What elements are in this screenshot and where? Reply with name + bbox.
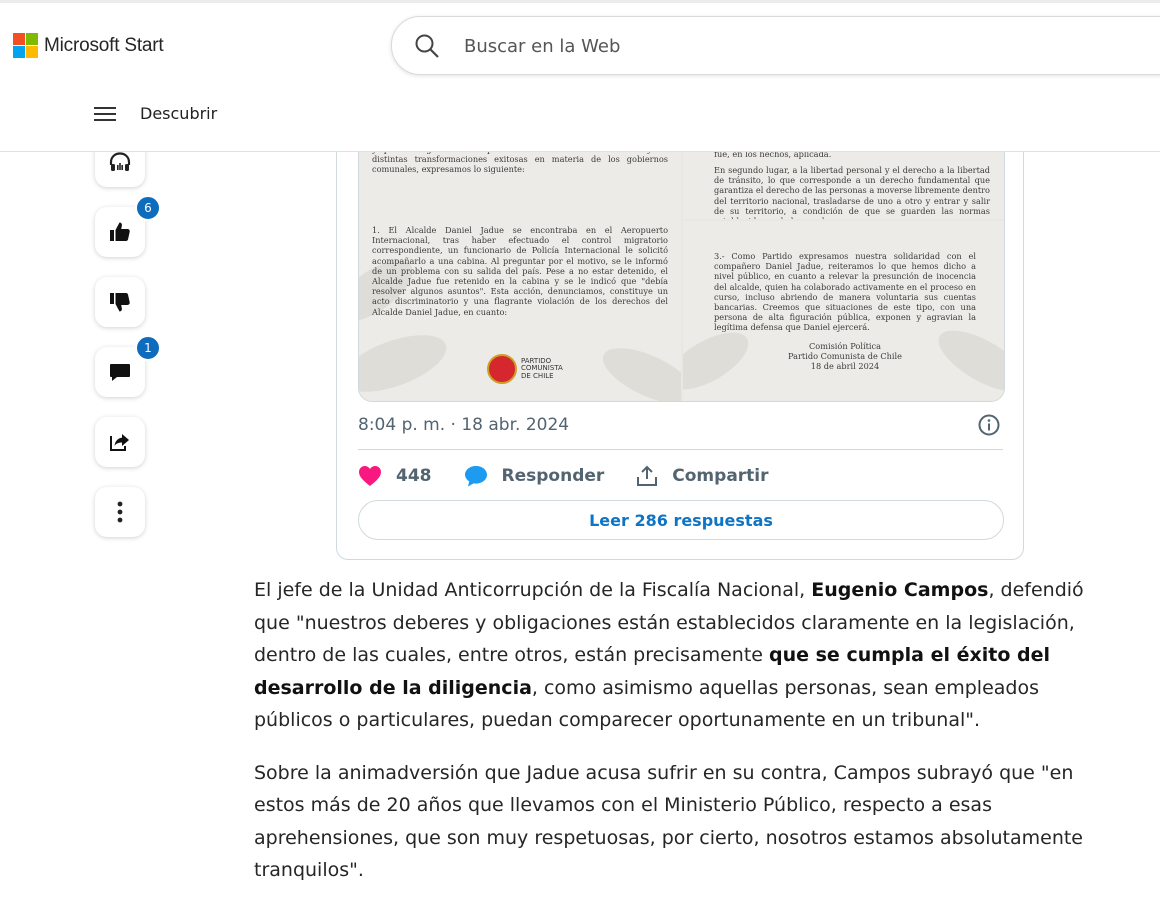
nav-bar: Descubrir	[94, 104, 217, 123]
headphones-icon	[109, 152, 131, 171]
top-header: Microsoft Start Descubrir	[0, 3, 1160, 152]
document-page-right-bottom: 3.- Como Partido expresamos nuestra soli…	[683, 221, 1004, 401]
more-options-button[interactable]	[95, 487, 145, 537]
tweet-actions: 448 Responder Compartir	[358, 461, 801, 491]
signature-line: Partido Comunista de Chile	[787, 351, 903, 362]
reply-label: Responder	[501, 466, 605, 486]
party-logo: PARTIDO COMUNISTA DE CHILE	[487, 354, 563, 384]
search-icon[interactable]	[414, 33, 440, 59]
article-text: El jefe de la Unidad Anticorrupción de l…	[254, 579, 812, 601]
upload-share-icon	[637, 465, 658, 486]
signature-line: Comisión Política	[809, 341, 881, 351]
document-signature: Comisión Política Partido Comunista de C…	[714, 341, 976, 372]
signature-line: 18 de abril 2024	[810, 361, 880, 372]
heart-icon	[359, 466, 381, 486]
like-article-button[interactable]: 6	[95, 195, 161, 257]
read-replies-button[interactable]: Leer 286 respuestas	[358, 500, 1004, 540]
search-box[interactable]	[391, 16, 1160, 75]
article-paragraph-2: Sobre la animadversión que Jadue acusa s…	[254, 761, 1083, 882]
document-text: En segundo lugar, a la libertad personal…	[714, 165, 990, 219]
thumbs-down-icon	[110, 293, 130, 312]
comment-count-badge: 1	[135, 335, 161, 361]
article-body: El jefe de la Unidad Anticorrupción de l…	[254, 574, 1114, 907]
share-tweet-button[interactable]: Compartir	[636, 465, 769, 487]
share-article-button[interactable]	[95, 417, 145, 467]
tweet-image[interactable]: patente vulneración a sus derechos garan…	[358, 121, 1005, 402]
search-input[interactable]	[462, 31, 1066, 61]
divider	[358, 449, 1003, 450]
like-button[interactable]: 448	[358, 465, 432, 487]
embedded-tweet: patente vulneración a sus derechos garan…	[336, 120, 1024, 560]
article-bold-name: Eugenio Campos	[811, 579, 989, 601]
like-count-badge: 6	[135, 195, 161, 221]
party-name: PARTIDO COMUNISTA DE CHILE	[521, 357, 563, 381]
leaf-decoration	[595, 336, 681, 401]
document-text: 3.- Como Partido expresamos nuestra soli…	[714, 251, 976, 333]
brand-name: Microsoft Start	[44, 34, 164, 56]
more-icon	[117, 501, 123, 523]
dislike-article-button[interactable]	[95, 277, 145, 327]
microsoft-start-logo[interactable]: Microsoft Start	[13, 33, 164, 58]
hamburger-menu-icon[interactable]	[94, 106, 116, 121]
tweet-timestamp[interactable]: 8:04 p. m. · 18 abr. 2024	[358, 415, 569, 435]
party-name-line: DE CHILE	[521, 371, 554, 380]
nav-discover-link[interactable]: Descubrir	[140, 104, 217, 123]
leaf-decoration	[359, 323, 454, 401]
info-icon[interactable]	[977, 413, 1001, 437]
reply-button[interactable]: Responder	[464, 465, 605, 487]
microsoft-logo-icon	[13, 33, 38, 58]
document-page-left: patente vulneración a sus derechos garan…	[359, 121, 681, 401]
share-label: Compartir	[672, 466, 769, 486]
like-count: 448	[396, 466, 432, 486]
comment-icon	[110, 364, 130, 381]
hammer-sickle-emblem-icon	[487, 354, 517, 384]
thumbs-up-icon	[110, 222, 130, 241]
reply-bubble-icon	[464, 466, 487, 487]
share-icon	[110, 434, 129, 451]
document-text: 1. El Alcalde Daniel Jadue se encontraba…	[372, 225, 668, 317]
article-paragraph-1: El jefe de la Unidad Anticorrupción de l…	[254, 574, 1114, 737]
comments-button[interactable]: 1	[95, 335, 161, 397]
